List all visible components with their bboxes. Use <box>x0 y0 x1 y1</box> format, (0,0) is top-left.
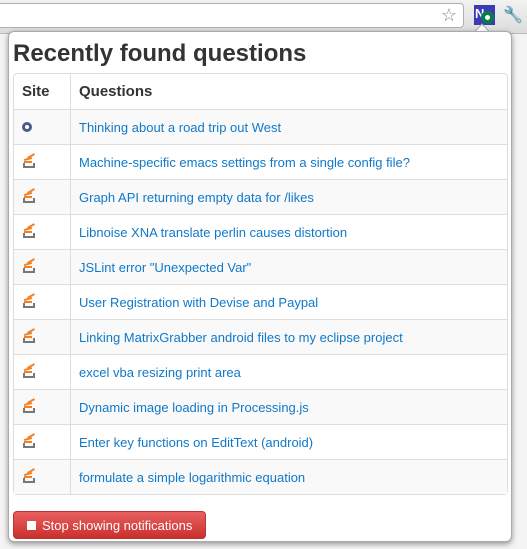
site-cell <box>14 284 70 319</box>
site-cell <box>14 424 70 459</box>
table-row: User Registration with Devise and Paypal <box>14 284 507 319</box>
question-cell: Graph API returning empty data for /like… <box>70 179 507 214</box>
question-link[interactable]: Enter key functions on EditText (android… <box>79 435 313 450</box>
stackoverflow-icon <box>22 432 36 448</box>
table-row: JSLint error "Unexpected Var" <box>14 249 507 284</box>
browser-toolbar: ☆ N 🔧 <box>0 0 527 34</box>
site-cell <box>14 179 70 214</box>
stackoverflow-icon <box>22 292 36 308</box>
question-cell: Thinking about a road trip out West <box>70 109 507 144</box>
question-link[interactable]: Dynamic image loading in Processing.js <box>79 400 309 415</box>
question-cell: Dynamic image loading in Processing.js <box>70 389 507 424</box>
header-site: Site <box>22 83 50 100</box>
bookmark-star-icon[interactable]: ☆ <box>441 5 457 26</box>
question-cell: User Registration with Devise and Paypal <box>70 284 507 319</box>
site-cell <box>14 109 70 144</box>
table-row: Enter key functions on EditText (android… <box>14 424 507 459</box>
question-link[interactable]: formulate a simple logarithmic equation <box>79 470 305 485</box>
address-bar[interactable]: ☆ <box>0 3 464 28</box>
stackoverflow-icon <box>22 152 36 168</box>
extension-icon[interactable]: N <box>474 5 495 25</box>
extension-popup: Recently found questions Site Questions … <box>8 31 512 542</box>
table-row: Graph API returning empty data for /like… <box>14 179 507 214</box>
question-link[interactable]: Machine-specific emacs settings from a s… <box>79 155 410 170</box>
stackoverflow-icon <box>22 362 36 378</box>
question-link[interactable]: User Registration with Devise and Paypal <box>79 295 318 310</box>
stackoverflow-icon <box>22 397 36 413</box>
question-cell: Machine-specific emacs settings from a s… <box>70 144 507 179</box>
gear-site-icon <box>22 121 32 132</box>
stackoverflow-icon <box>22 327 36 343</box>
question-link[interactable]: Thinking about a road trip out West <box>79 120 281 135</box>
site-cell <box>14 354 70 389</box>
question-cell: formulate a simple logarithmic equation <box>70 459 507 494</box>
table-row: Machine-specific emacs settings from a s… <box>14 144 507 179</box>
question-link[interactable]: JSLint error "Unexpected Var" <box>79 260 251 275</box>
stop-notifications-button[interactable]: Stop showing notifications <box>13 511 206 539</box>
table-row: Thinking about a road trip out West <box>14 109 507 144</box>
site-cell <box>14 459 70 494</box>
popup-title: Recently found questions <box>13 40 307 67</box>
stackoverflow-icon <box>22 467 36 483</box>
site-cell <box>14 144 70 179</box>
table-row: Libnoise XNA translate perlin causes dis… <box>14 214 507 249</box>
stop-button-label: Stop showing notifications <box>42 517 193 533</box>
table-row: excel vba resizing print area <box>14 354 507 389</box>
questions-table: Site Questions Thinking about a road tri… <box>13 73 508 495</box>
site-cell <box>14 249 70 284</box>
question-link[interactable]: Libnoise XNA translate perlin causes dis… <box>79 225 347 240</box>
stop-icon <box>27 520 36 530</box>
stackoverflow-icon <box>22 257 36 273</box>
question-link[interactable]: Graph API returning empty data for /like… <box>79 190 314 205</box>
table-row: Linking MatrixGrabber android files to m… <box>14 319 507 354</box>
question-cell: Libnoise XNA translate perlin causes dis… <box>70 214 507 249</box>
table-row: Dynamic image loading in Processing.js <box>14 389 507 424</box>
wrench-menu-icon[interactable]: 🔧 <box>503 5 523 25</box>
site-cell <box>14 319 70 354</box>
stackoverflow-icon <box>22 187 36 203</box>
question-link[interactable]: Linking MatrixGrabber android files to m… <box>79 330 403 345</box>
header-questions: Questions <box>70 74 507 109</box>
question-cell: Linking MatrixGrabber android files to m… <box>70 319 507 354</box>
question-cell: JSLint error "Unexpected Var" <box>70 249 507 284</box>
question-cell: Enter key functions on EditText (android… <box>70 424 507 459</box>
question-link[interactable]: excel vba resizing print area <box>79 365 241 380</box>
stackoverflow-icon <box>22 222 36 238</box>
site-cell <box>14 214 70 249</box>
table-row: formulate a simple logarithmic equation <box>14 459 507 494</box>
site-cell <box>14 389 70 424</box>
question-cell: excel vba resizing print area <box>70 354 507 389</box>
